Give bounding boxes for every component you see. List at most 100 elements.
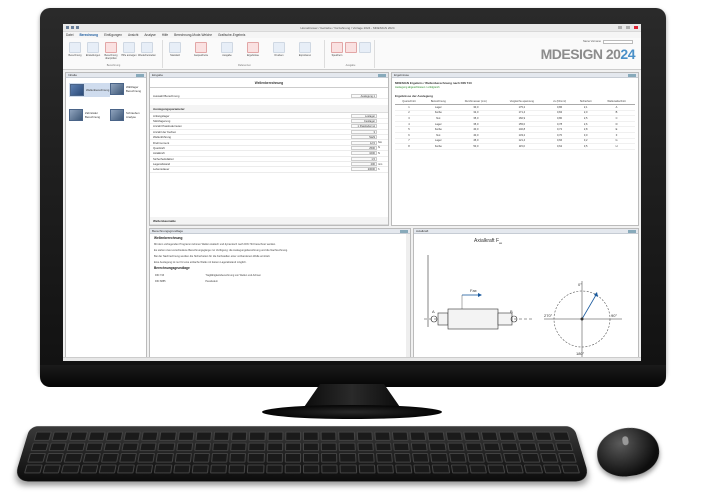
window-title: Homebrewer / Getriebe / Vorzahnung / Vor… — [300, 25, 395, 30]
tab-mode[interactable]: Berechnung-Mode-Welche — [174, 33, 212, 37]
key — [410, 442, 429, 452]
key — [374, 442, 392, 452]
angle-270-label: 270° — [544, 313, 553, 318]
save-icon[interactable] — [66, 26, 69, 29]
doc-title: Wellenberechnung — [154, 236, 183, 240]
auswahl-dropdown[interactable]: Auslegung 1 — [351, 94, 377, 99]
form-row-value[interactable]: 200 — [351, 162, 377, 167]
doc-panel: Berechnungsgrundlage Wellenberechnung Mi… — [149, 228, 411, 358]
key — [392, 442, 410, 452]
force-arrowhead — [478, 293, 482, 297]
key — [100, 453, 119, 463]
close-button[interactable] — [634, 26, 638, 29]
search-input[interactable] — [603, 40, 633, 44]
export-button[interactable] — [299, 42, 311, 53]
form-row-value[interactable]: 1,5 — [351, 156, 377, 161]
key — [464, 442, 483, 452]
table-row[interactable]: 8 Kerbe 50,0 115,0 0,62 3,5 H — [395, 143, 635, 150]
screw-icon — [110, 109, 124, 121]
key — [560, 464, 581, 474]
nav-item-wellen[interactable]: Wellenberechnung — [69, 83, 111, 97]
calculate-button[interactable] — [69, 42, 81, 53]
minimize-button[interactable] — [618, 26, 622, 29]
section-footer[interactable]: Wellenbaumaße — [150, 217, 388, 225]
key — [105, 431, 124, 441]
tab-einfuegungen[interactable]: Einfügungen — [104, 33, 122, 37]
form-row-value[interactable]: 12,5 — [351, 140, 377, 145]
form-row-value[interactable]: Loslager — [351, 113, 377, 118]
print-label: Drucken — [274, 54, 284, 57]
help-button[interactable] — [123, 42, 135, 53]
key — [192, 453, 210, 463]
doc-paragraph: Es stehen zwei verschiedene Berechnungsg… — [154, 248, 288, 252]
tab-grafik[interactable]: Grafische-Ergebnis — [218, 33, 245, 37]
saved-button[interactable] — [195, 42, 207, 53]
standard-button[interactable] — [169, 42, 181, 53]
nav-item-zahnraeder[interactable]: Zahnräder Berechnung — [69, 109, 107, 121]
tab-datei[interactable]: Datei — [66, 33, 73, 37]
tab-ansicht[interactable]: Ansicht — [128, 33, 138, 37]
key — [487, 464, 506, 474]
form-row: Lebensdauer 20000 h — [150, 167, 388, 173]
doc-paragraph: Bei der Nachrechnung werden die Sicherhe… — [154, 254, 271, 258]
section-header[interactable]: Auslegungsparameter — [150, 105, 388, 114]
restore-label: Wiederherstellen — [138, 54, 156, 57]
table-cell: 3,5 — [573, 143, 599, 150]
check-button[interactable] — [105, 42, 117, 53]
key — [431, 464, 450, 474]
doc-ref-row: DIN 6885 Passfedern — [155, 279, 219, 283]
key — [191, 464, 209, 474]
save-output-button[interactable] — [331, 42, 343, 53]
key — [539, 453, 559, 463]
maximize-button[interactable] — [626, 26, 630, 29]
key — [194, 442, 212, 452]
redo-icon[interactable] — [76, 26, 79, 29]
result-panel: Ergebnisse MDESIGN Ergebnis / Wellenbere… — [391, 72, 639, 226]
angle-180-label: 180° — [576, 351, 585, 356]
form-row-label: Wellenführung — [153, 135, 171, 140]
settings-button[interactable] — [87, 42, 99, 53]
form-row-value[interactable]: 1 Passfedernut — [351, 124, 377, 129]
undo-icon[interactable] — [71, 26, 74, 29]
tab-berechnung[interactable]: Berechnung — [79, 33, 98, 37]
form-row-unit: h — [378, 167, 380, 171]
ribbon-group-berechnung: Berechnung Einstellungen Berechnung über… — [65, 40, 163, 68]
key — [321, 453, 338, 463]
table-cell: Kerbe — [422, 143, 454, 150]
key — [154, 464, 173, 474]
form-row-value[interactable]: 1000 — [351, 151, 377, 156]
key — [534, 431, 553, 441]
form-title: Wellenberechnung — [150, 81, 388, 88]
key — [82, 453, 101, 463]
print-button[interactable] — [273, 42, 285, 53]
key — [356, 431, 373, 441]
form-row-value[interactable]: 3 — [351, 129, 377, 134]
output-button[interactable] — [221, 42, 233, 53]
pdf-button[interactable] — [345, 42, 357, 53]
form-row-value[interactable]: 2500 — [351, 145, 377, 150]
monitor-bezel — [40, 365, 666, 387]
nav-item-waelzlager[interactable]: Wälzlager Berechnung — [110, 83, 146, 95]
user-name[interactable]: Name Vorname — [583, 40, 601, 43]
form-row-value[interactable]: Stahl — [351, 135, 377, 140]
key — [177, 431, 195, 441]
key — [284, 464, 301, 474]
results-button[interactable] — [247, 42, 259, 53]
restore-button[interactable] — [141, 42, 153, 53]
table-cell: 50,0 — [453, 143, 498, 150]
doc-ref-table: DIN 743 Tragfähigkeitsberechnung von Well… — [154, 273, 406, 284]
form-row-value[interactable]: 20000 — [351, 167, 377, 172]
table-cell: 0,62 — [545, 143, 574, 150]
doc-scrollbar[interactable] — [406, 234, 410, 357]
key — [69, 431, 88, 441]
tab-analyse[interactable]: Analyse — [144, 33, 155, 37]
table-cell: H — [598, 143, 635, 150]
form-row-value[interactable]: Festlager — [351, 118, 377, 123]
tab-hilfe[interactable]: Hilfe — [162, 33, 168, 37]
key — [284, 453, 301, 463]
nav-item-schrauben[interactable]: Schrauben Analyse — [110, 109, 146, 121]
share-button[interactable] — [359, 42, 371, 53]
key — [139, 442, 158, 452]
key — [482, 442, 501, 452]
key — [230, 442, 248, 452]
